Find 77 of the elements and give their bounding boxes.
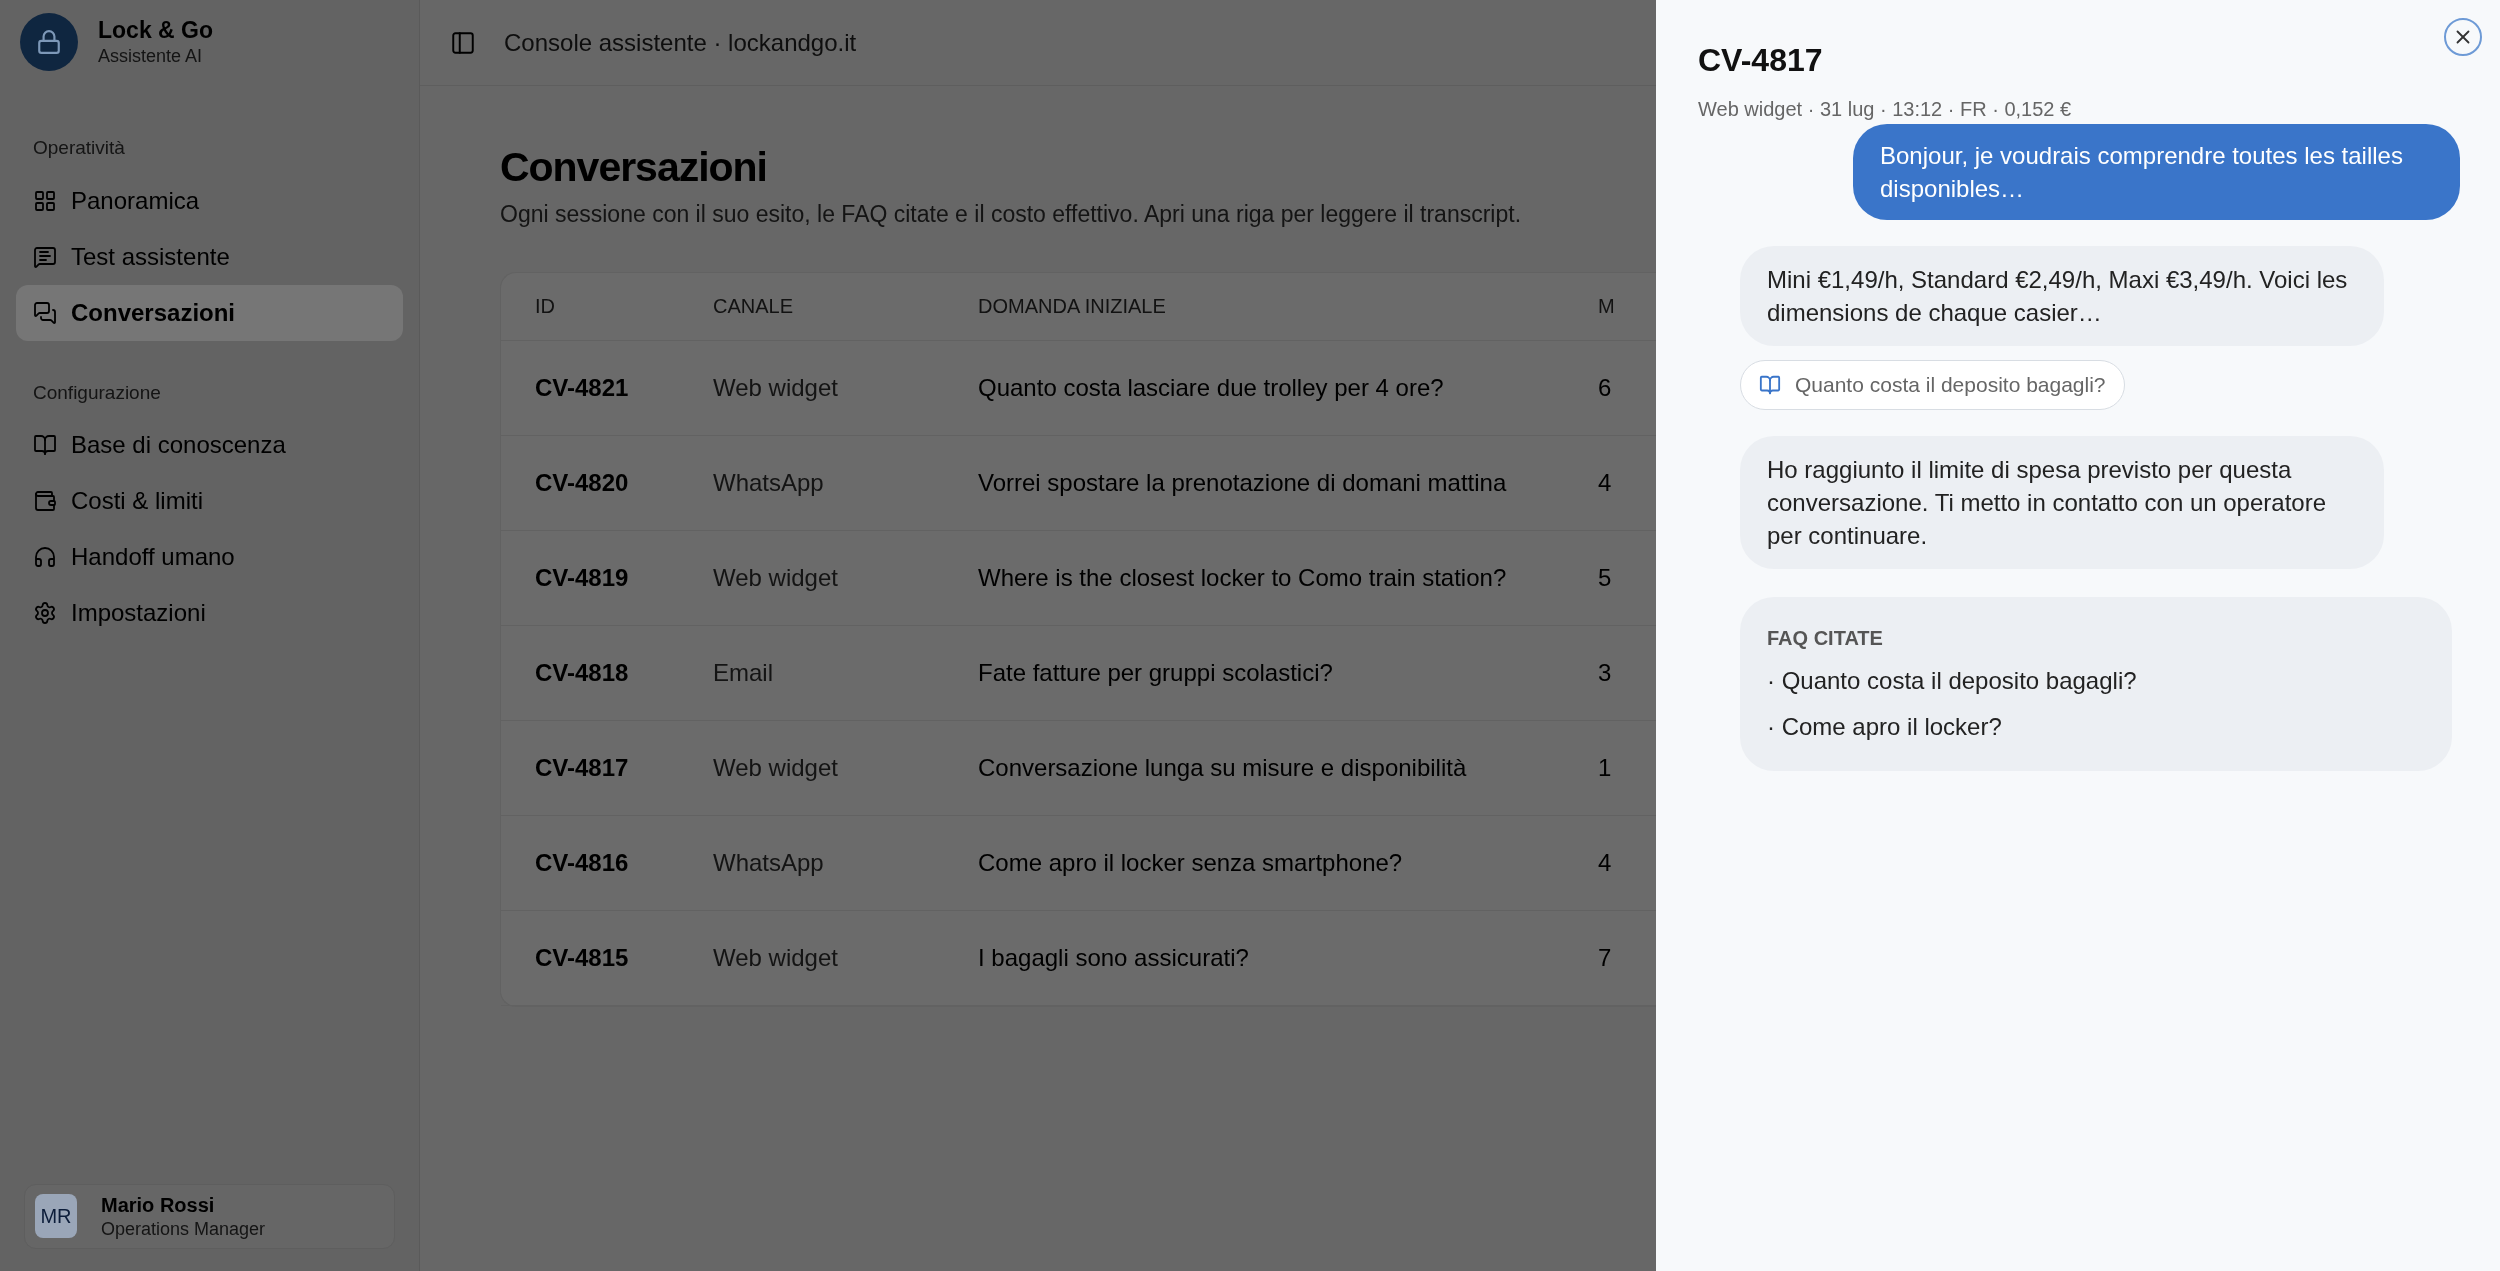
assistant-message: Ho raggiunto il limite di spesa previsto per questa conversazione. Ti metto in contatto con un operatore per continuare. — [1740, 436, 2384, 569]
page-subtitle: Ogni sessione con il suo esito, le FAQ citate e il costo effettivo. Apri una riga per leggere il transcript. — [500, 200, 1523, 230]
table-cell-text: 4 — [1598, 847, 1613, 878]
question-cell-text: Conversazione lunga su misure e disponibilità — [978, 752, 1468, 783]
conversation-meta: Web widget · 31 lug · 13:12 · FR · 0,152 € — [1698, 97, 2073, 122]
settings-icon — [33, 601, 57, 625]
id-cell-text: CV-4821 — [534, 372, 630, 403]
book-icon — [33, 433, 57, 457]
drawer-title: CV-4817 — [1698, 41, 1824, 80]
user-role: Operations Manager — [101, 1217, 266, 1240]
table-cell-text: 5 — [1598, 562, 1613, 593]
column-header: DOMANDA INIZIALE — [978, 294, 1167, 320]
table-cell-text: 1 — [1598, 752, 1613, 783]
console-title: Console assistente · lockandgo.it — [504, 27, 857, 58]
channel-cell-text: WhatsApp — [713, 467, 825, 498]
question-cell-text: Vorrei spostare la prenotazione di domani mattina — [978, 467, 1508, 498]
table-cell-text: 6 — [1598, 372, 1613, 403]
message-icon — [33, 244, 57, 269]
faq-citation-chip[interactable]: Quanto costa il deposito bagagli? — [1740, 360, 2125, 410]
table-cell-text: 4 — [1598, 467, 1613, 498]
brand-name: Lock & Go — [98, 16, 213, 46]
sidebar-item[interactable]: Conversazioni — [16, 284, 403, 341]
column-header: M — [1598, 294, 1616, 320]
id-cell-text: CV-4817 — [534, 752, 630, 783]
close-button[interactable] — [2444, 18, 2482, 56]
table-cell-text: 7 — [1598, 942, 1613, 973]
book-icon — [1759, 374, 1781, 396]
table-row[interactable]: CV-4821 Web widget Quanto costa lasciare due trolley per 4 ore? 6 — [501, 340, 1656, 436]
sidebar-item[interactable]: Costi & limiti — [16, 473, 403, 529]
id-cell-text: CV-4819 — [534, 562, 630, 593]
grid-icon — [33, 188, 57, 213]
table-row[interactable]: CV-4820 WhatsApp Vorrei spostare la prenotazione di domani mattina 4 — [501, 435, 1656, 531]
table-row[interactable]: CV-4815 Web widget I bagagli sono assicurati? 7 — [501, 910, 1656, 1006]
table-cell-text: 3 — [1598, 657, 1613, 688]
lock-logo-icon — [20, 13, 78, 71]
sidebar-item[interactable]: Base di conoscenza — [16, 417, 403, 473]
id-cell-text: CV-4818 — [534, 657, 630, 688]
column-header: CANALE — [713, 294, 795, 320]
user-card[interactable]: MR Mario Rossi Operations Manager — [24, 1183, 395, 1249]
brand-subtitle: Assistente AI — [98, 45, 204, 68]
assistant-message: Mini €1,49/h, Standard €2,49/h, Maxi €3,49/h. Voici les dimensions de chaque casier… — [1740, 246, 2384, 346]
sidebar-item[interactable]: Test assistente — [16, 228, 403, 285]
channel-cell-text: WhatsApp — [713, 847, 825, 878]
channel-cell-text: Web widget — [713, 752, 839, 783]
channel-cell-text: Email — [713, 657, 774, 688]
column-header: ID — [534, 294, 556, 320]
question-cell-text: Where is the closest locker to Como train station? — [978, 562, 1508, 593]
user-message: Bonjour, je voudrais comprendre toutes les tailles disponibles… — [1853, 124, 2460, 220]
page-title: Conversazioni — [500, 143, 768, 192]
sidebar-item[interactable]: Impostazioni — [16, 585, 403, 641]
sidebar-toggle-icon[interactable] — [450, 29, 476, 56]
section-label: Configurazione — [32, 380, 162, 405]
user-avatar: MR — [35, 1194, 77, 1239]
question-cell-text: Fate fatture per gruppi scolastici? — [978, 657, 1334, 688]
channel-cell-text: Web widget — [713, 562, 839, 593]
table-row[interactable]: CV-4818 Email Fate fatture per gruppi scolastici? 3 — [501, 625, 1656, 721]
faq-item: · Come apro il locker? — [1767, 712, 2003, 742]
table-row[interactable]: CV-4819 Web widget Where is the closest locker to Como train station? 5 — [501, 530, 1656, 626]
question-cell-text: Quanto costa lasciare due trolley per 4 ore? — [978, 372, 1445, 403]
section-label: Operatività — [32, 136, 126, 160]
wallet-icon — [33, 489, 57, 513]
user-name: Mario Rossi — [101, 1192, 216, 1218]
channel-cell-text: Web widget — [713, 942, 839, 973]
sidebar-item[interactable]: Handoff umano — [16, 529, 403, 585]
sidebar-item[interactable]: Panoramica — [16, 172, 403, 229]
question-cell-text: I bagagli sono assicurati? — [978, 942, 1250, 973]
faq-item: · Quanto costa il deposito bagagli? — [1767, 666, 2138, 696]
table-row[interactable]: CV-4816 WhatsApp Come apro il locker senza smartphone? 4 — [501, 815, 1656, 911]
id-cell-text: CV-4820 — [534, 467, 630, 498]
id-cell-text: CV-4815 — [534, 942, 630, 973]
table-row[interactable]: CV-4817 Web widget Conversazione lunga su misure e disponibilità 1 — [501, 720, 1656, 816]
question-cell-text: Come apro il locker senza smartphone? — [978, 847, 1404, 878]
headset-icon — [33, 545, 57, 569]
chat-bubbles-icon — [33, 300, 57, 325]
faq-heading: FAQ CITATE — [1767, 626, 1884, 651]
id-cell-text: CV-4816 — [534, 847, 630, 878]
channel-cell-text: Web widget — [713, 372, 839, 403]
